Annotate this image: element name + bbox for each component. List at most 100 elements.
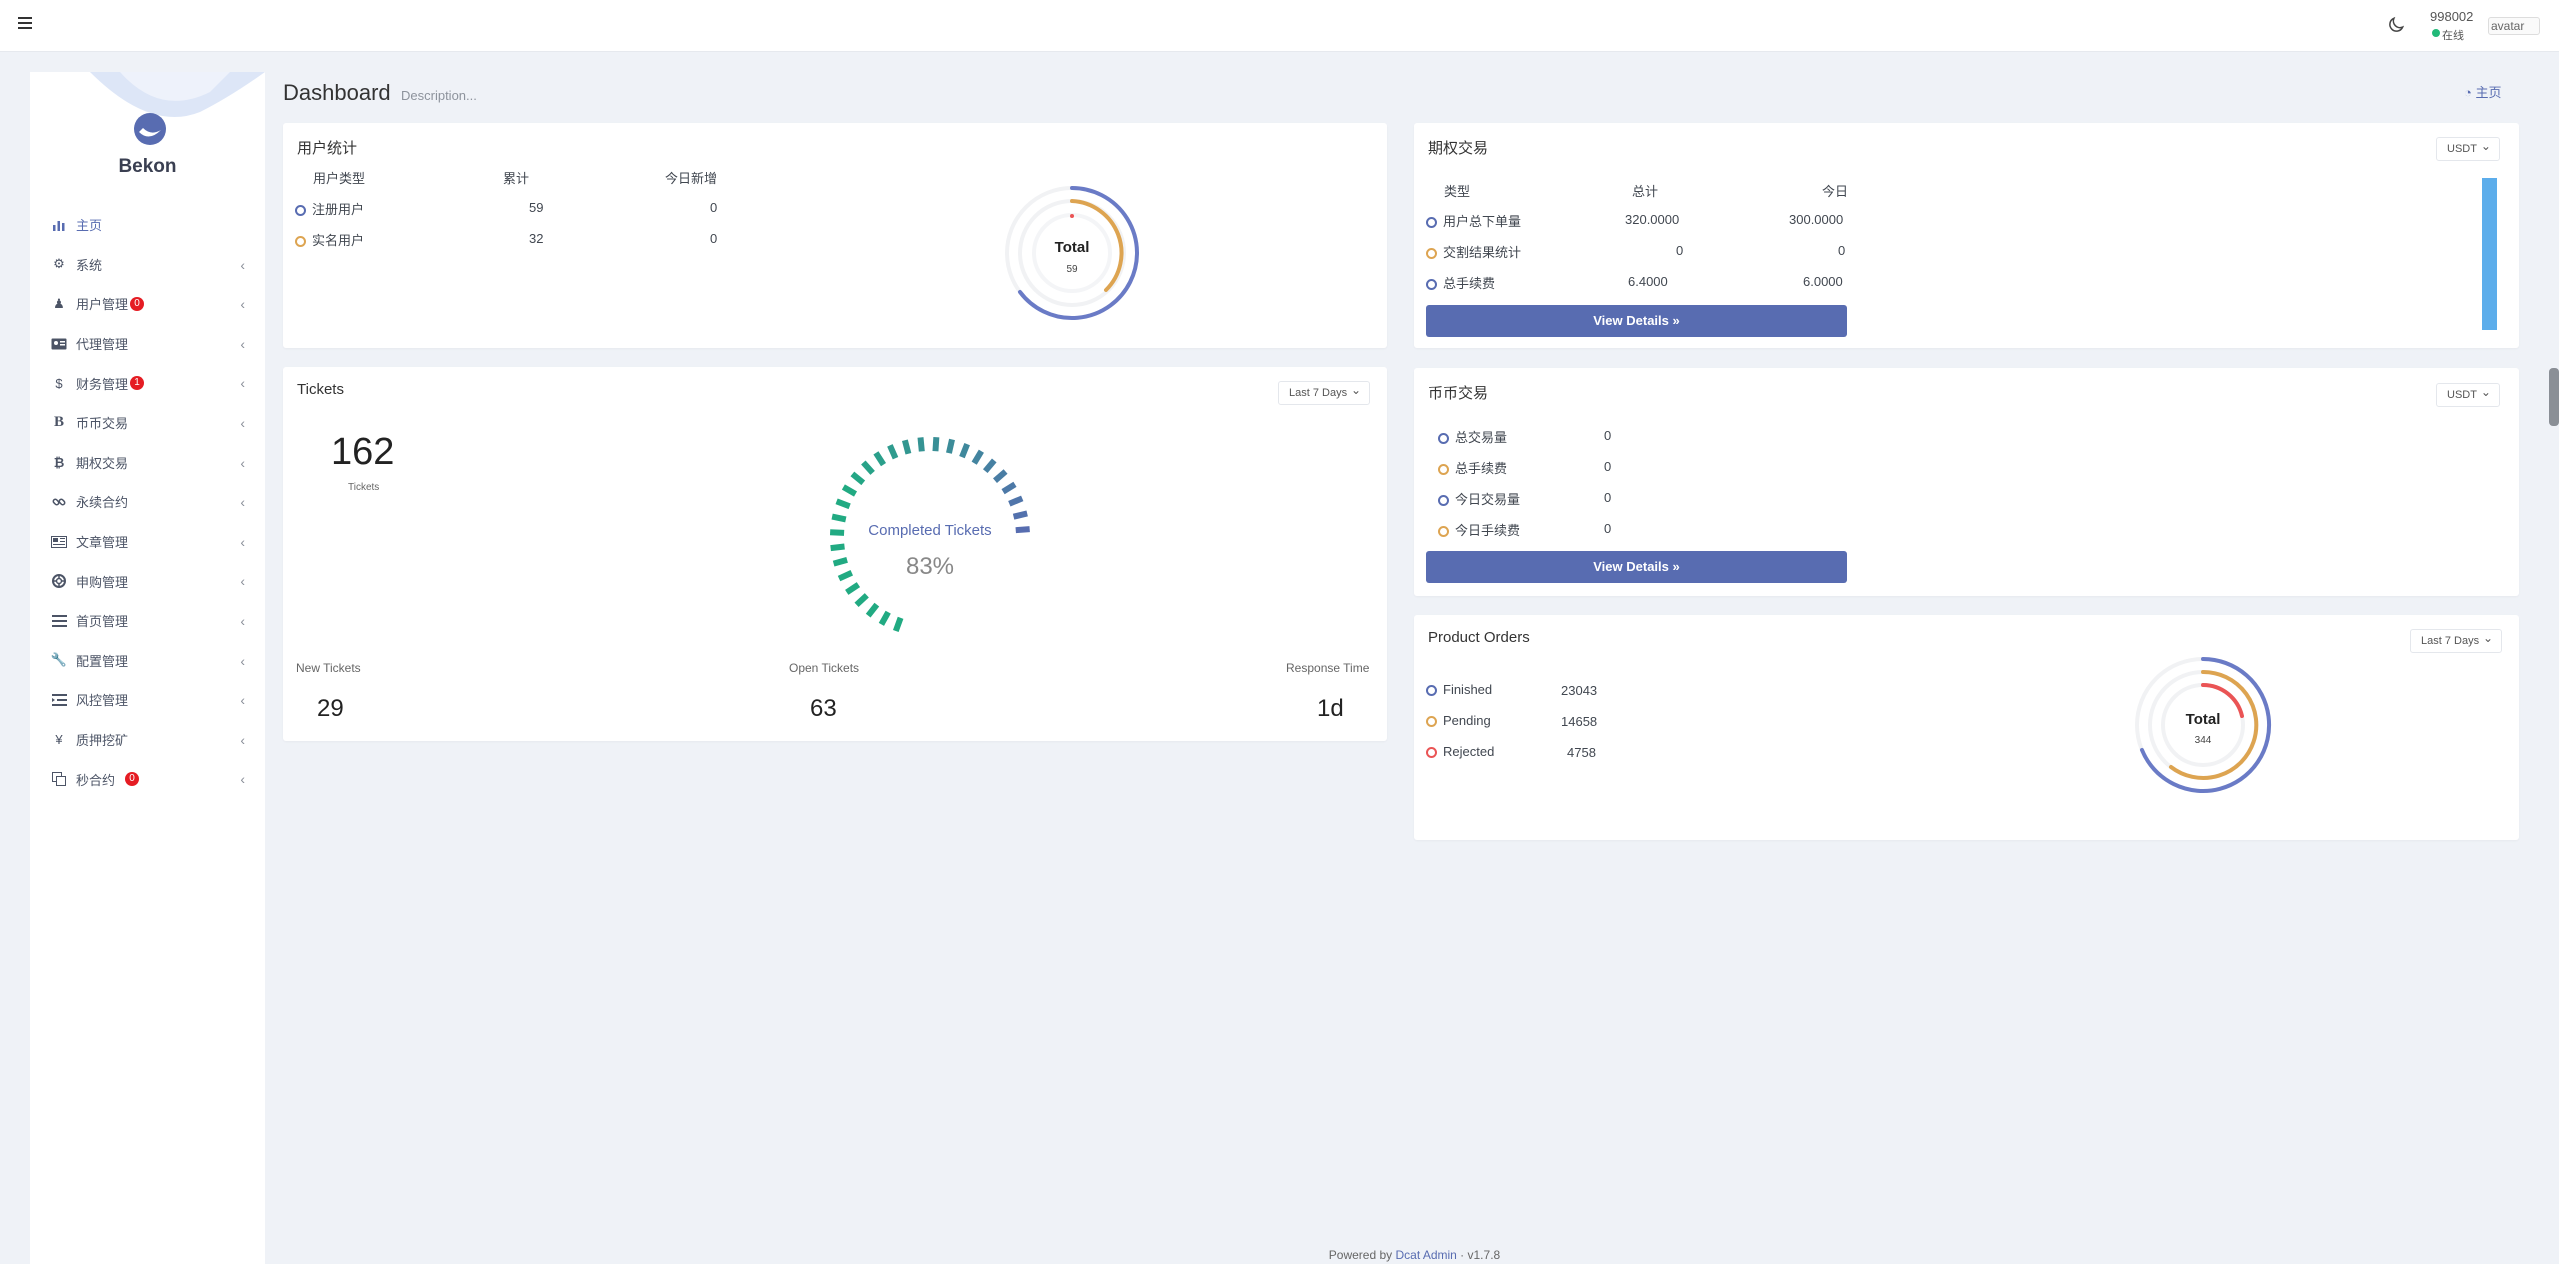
circle-icon [1438,464,1449,476]
donut-label: Total [2186,711,2221,728]
tickets-range-select[interactable]: Last 7 Days [1278,379,1371,405]
col-user-type: 用户类型 [313,171,366,186]
user-status: 在线 [2432,27,2464,43]
donut-label: Total [1055,239,1090,256]
sidebar-item-system[interactable]: ⚙ 系统 ‹ [30,245,265,285]
link-icon [50,494,68,510]
row-orders-type: 用户总下单量 [1426,211,1521,230]
orders-row-pending-value: 14658 [1561,714,1598,729]
sidebar-item-homepage[interactable]: 首页管理 ‹ [30,601,265,641]
user-stats-card: 用户统计 用户类型 累计 今日新增 注册用户 59 0 实名用户 32 0 To… [283,123,1387,348]
gauge-value: 83% [905,553,955,580]
coin-row-today-volume: 今日交易量 [1438,489,1520,508]
users-badge: 0 [130,296,145,311]
col-type: 类型 [1444,184,1471,199]
chevron-left-icon: ‹ [240,652,245,669]
sidebar-item-config[interactable]: 🔧 配置管理 ‹ [30,641,265,681]
sidebar-item-staking[interactable]: ¥ 质押挖矿 ‹ [30,720,265,760]
sidebar-item-coin-trade[interactable]: B 币币交易 ‹ [30,403,265,443]
brand-logo-icon[interactable] [133,112,167,146]
gear-icon: ⚙ [53,256,65,272]
sidebar-item-users[interactable]: ♟ 用户管理 0 ‹ [30,284,265,324]
top-navbar: 998002 在线 avatar [0,0,2559,52]
gauge-segment [1012,510,1028,520]
tickets-total-label: Tickets [348,482,380,493]
user-stats-title: 用户统计 [297,140,358,157]
gauge-label: Completed Tickets [868,522,992,539]
coin-row-total-fee-value: 0 [1604,459,1612,474]
gauge-segment [971,449,984,465]
sidebar-item-articles[interactable]: 文章管理 ‹ [30,522,265,562]
dark-mode-moon-icon[interactable] [2386,15,2406,35]
col-total: 总计 [1632,184,1659,199]
gauge-segment [993,469,1008,483]
options-title: 期权交易 [1428,140,1489,157]
footer: Powered by Dcat Admin · v1.7.8 [1328,1248,1501,1262]
bar-chart-icon [50,217,68,233]
options-view-details-button[interactable]: View Details » [1426,305,1847,337]
list-icon [50,613,68,629]
gauge-segment [901,439,912,455]
circle-icon [1438,495,1449,507]
orders-range-select[interactable]: Last 7 Days [2410,627,2503,653]
coin-currency-select[interactable]: USDT [2436,381,2500,407]
gauge-segment [865,602,880,618]
chevron-left-icon: ‹ [240,454,245,471]
sidebar-item-risk[interactable]: 风控管理 ‹ [30,680,265,720]
gauge-segment [982,458,997,474]
id-card-icon [50,336,68,352]
gauge-segment [854,593,869,608]
sidebar: Bekon 主页 ⚙ 系统 ‹ ♟ 用户管理 0 ‹ 代理管理 ‹ $ 财务管理… [30,72,265,1264]
row-registered-total: 59 [529,200,544,215]
lifebuoy-icon [50,573,68,589]
col-today: 今日 [1822,184,1849,199]
orders-row-rejected: Rejected [1426,744,1494,759]
copy-icon [50,771,68,787]
row-verified-total: 32 [529,231,544,246]
coin-row-total-fee: 总手续费 [1438,458,1507,477]
options-card: 期权交易 USDT 类型 总计 今日 用户总下单量 320.0000 300.0… [1414,123,2519,348]
coin-row-today-fee: 今日手续费 [1438,520,1520,539]
user-id[interactable]: 998002 [2430,9,2473,24]
row-orders-today: 300.0000 [1789,212,1844,227]
open-tickets-label: Open Tickets [789,661,860,675]
sidebar-item-options[interactable]: ₿ 期权交易 ‹ [30,443,265,483]
sidebar-item-perpetual[interactable]: 永续合约 ‹ [30,482,265,522]
circle-icon [1426,716,1437,728]
dcat-admin-link[interactable]: Dcat Admin [1395,1248,1456,1262]
menu-toggle-icon[interactable] [18,17,32,29]
sidebar-item-finance[interactable]: $ 财务管理 1 ‹ [30,363,265,403]
gauge-segment [841,484,858,497]
bitcoin-icon: ₿ [53,454,65,470]
sidebar-item-subscription[interactable]: 申购管理 ‹ [30,561,265,601]
gauge-segment [1001,481,1017,495]
sidebar-menu: 主页 ⚙ 系统 ‹ ♟ 用户管理 0 ‹ 代理管理 ‹ $ 财务管理 1 ‹ B… [30,205,265,799]
chevron-left-icon: ‹ [240,731,245,748]
sidebar-item-agents[interactable]: 代理管理 ‹ [30,324,265,364]
side-scroll-handle[interactable] [2549,368,2559,426]
orders-row-finished-value: 23043 [1561,683,1598,698]
coin-row-today-fee-value: 0 [1604,521,1612,536]
avatar[interactable]: avatar [2488,17,2540,35]
finance-badge: 1 [130,376,145,391]
gauge-segment [959,443,970,459]
second-contract-badge: 0 [125,772,140,787]
row-settle-today: 0 [1838,243,1846,258]
user-icon: ♟ [53,295,65,311]
breadcrumb[interactable]: ◔ 主页 [2464,82,2501,101]
chevron-left-icon: ‹ [240,692,245,709]
brand-name[interactable]: Bekon [30,156,265,178]
coin-row-today-volume-value: 0 [1604,490,1612,505]
sidebar-item-home[interactable]: 主页 [30,205,265,245]
gauge-segment [887,444,899,460]
chevron-left-icon: ‹ [240,414,245,431]
new-tickets-label: New Tickets [296,661,361,675]
options-bar-chart-bar [2482,178,2497,330]
circle-icon [1438,433,1449,445]
online-dot-icon [2432,29,2440,37]
options-currency-select[interactable]: USDT [2436,135,2500,161]
sidebar-item-second-contract[interactable]: 秒合约 0 ‹ [30,759,265,799]
chevron-left-icon: ‹ [240,335,245,352]
coin-view-details-button[interactable]: View Details » [1426,551,1847,583]
circle-icon [1426,217,1437,229]
